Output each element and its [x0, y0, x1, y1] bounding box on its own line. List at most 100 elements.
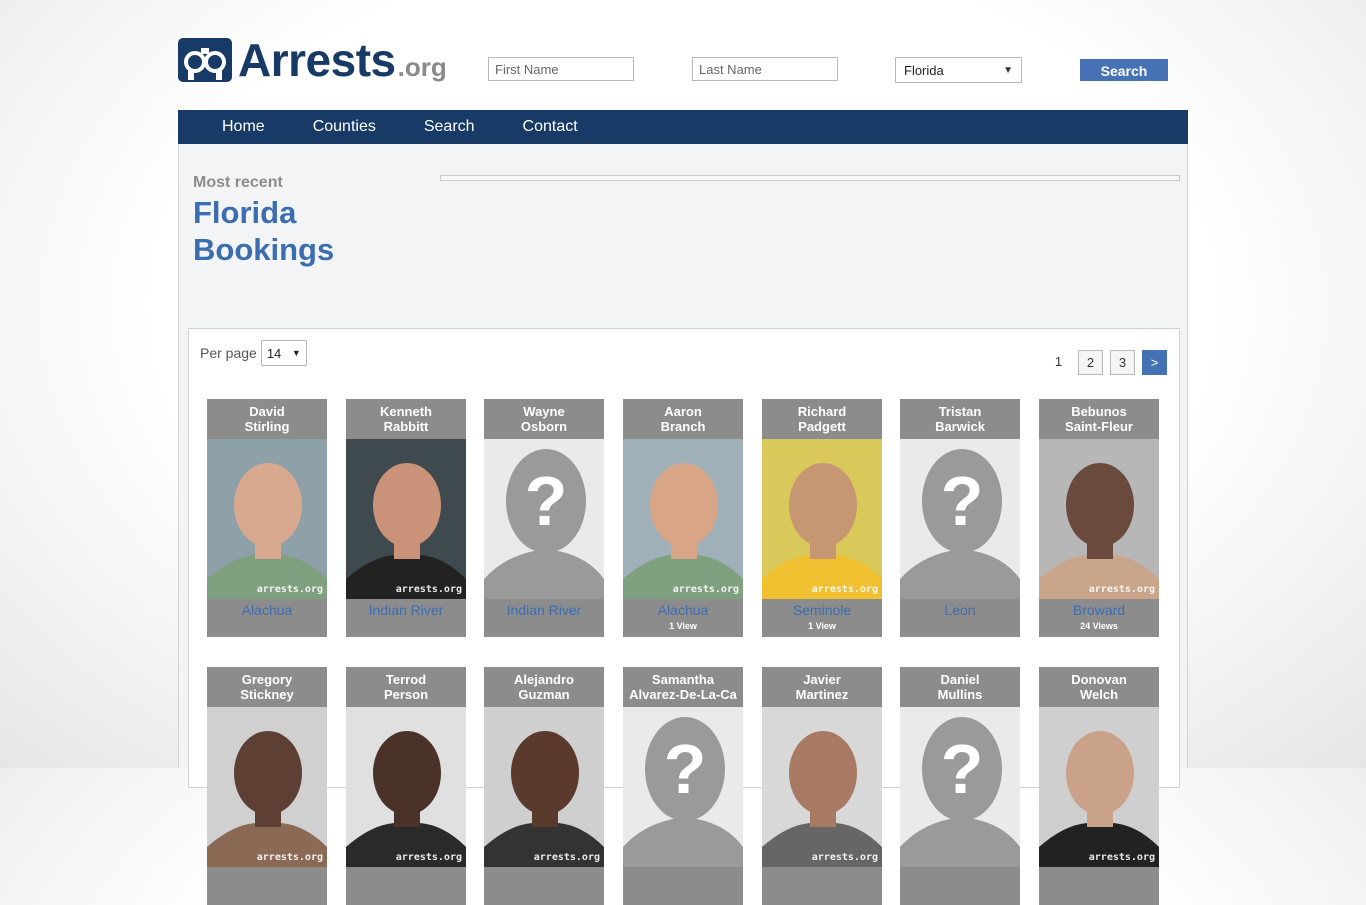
booking-last-name: Saint-Fleur: [1065, 419, 1133, 434]
booking-first-name: Javier: [803, 672, 841, 687]
booking-name[interactable]: Gregory Stickney: [207, 667, 327, 707]
booking-card[interactable]: Alejandro Guzman arrests.org: [484, 667, 604, 905]
person-icon: [346, 731, 466, 867]
next-page-button[interactable]: >: [1142, 350, 1167, 375]
booking-card[interactable]: Aaron Branch arrests.org Alachua 1 View: [623, 399, 743, 637]
site-logo[interactable]: Arrests .org: [178, 34, 447, 83]
booking-name[interactable]: Bebunos Saint-Fleur: [1039, 399, 1159, 439]
booking-card[interactable]: Kenneth Rabbitt arrests.org Indian River: [346, 399, 466, 637]
booking-card[interactable]: Javier Martinez arrests.org: [762, 667, 882, 905]
booking-last-name: Padgett: [798, 419, 846, 434]
page-link-2[interactable]: 2: [1078, 350, 1103, 375]
nav-counties[interactable]: Counties: [289, 110, 400, 144]
booking-name[interactable]: Terrod Person: [346, 667, 466, 707]
booking-name[interactable]: Aaron Branch: [623, 399, 743, 439]
svg-text:?: ?: [664, 730, 707, 808]
booking-card[interactable]: Daniel Mullins?: [900, 667, 1020, 905]
person-icon: [207, 463, 327, 599]
booking-county-link[interactable]: Indian River: [346, 602, 466, 618]
booking-county-link[interactable]: Broward: [1039, 602, 1159, 618]
booking-county-link[interactable]: Alachua: [623, 602, 743, 618]
mugshot-photo[interactable]: ?: [623, 707, 743, 867]
svg-text:?: ?: [941, 462, 984, 540]
mugshot-photo[interactable]: arrests.org: [346, 439, 466, 599]
page-title-line2: Bookings: [193, 232, 335, 267]
booking-first-name: Richard: [797, 404, 847, 419]
booking-name[interactable]: Donovan Welch: [1039, 667, 1159, 707]
svg-text:?: ?: [525, 462, 568, 540]
booking-first-name: Tristan: [938, 404, 982, 419]
per-page-control: Per page 14 ▼: [200, 340, 307, 366]
booking-last-name: Person: [383, 687, 429, 702]
person-icon: [346, 463, 466, 599]
mugshot-photo[interactable]: arrests.org: [207, 707, 327, 867]
booking-card[interactable]: Tristan Barwick? Leon: [900, 399, 1020, 637]
person-icon: [207, 731, 327, 867]
watermark: arrests.org: [256, 584, 323, 595]
state-select-value: Florida: [904, 62, 944, 78]
mugshot-photo[interactable]: arrests.org: [762, 439, 882, 599]
booking-last-name: Stirling: [244, 419, 290, 434]
booking-name[interactable]: David Stirling: [207, 399, 327, 439]
booking-name[interactable]: Kenneth Rabbitt: [346, 399, 466, 439]
nav-contact[interactable]: Contact: [499, 110, 602, 144]
booking-name[interactable]: Daniel Mullins: [900, 667, 1020, 707]
booking-name[interactable]: Tristan Barwick: [900, 399, 1020, 439]
watermark: arrests.org: [811, 852, 878, 863]
page-link-3[interactable]: 3: [1110, 350, 1135, 375]
mugshot-photo[interactable]: arrests.org: [346, 707, 466, 867]
person-icon: [484, 731, 604, 867]
booking-card[interactable]: Terrod Person arrests.org: [346, 667, 466, 905]
pagination: 1 2 3 >: [1046, 350, 1167, 375]
booking-last-name: Branch: [660, 419, 706, 434]
section-kicker: Most recent: [193, 174, 283, 191]
booking-name[interactable]: Samantha Alvarez-De-La-Ca: [623, 667, 743, 707]
booking-name[interactable]: Javier Martinez: [762, 667, 882, 707]
booking-card[interactable]: Wayne Osborn? Indian River: [484, 399, 604, 637]
nav-search[interactable]: Search: [400, 110, 499, 144]
mugshot-photo[interactable]: ?: [900, 707, 1020, 867]
booking-county-link[interactable]: Indian River: [484, 602, 604, 618]
booking-card[interactable]: Donovan Welch arrests.org: [1039, 667, 1159, 905]
mugshot-photo[interactable]: ?: [484, 439, 604, 599]
nav-home[interactable]: Home: [178, 110, 289, 144]
booking-card[interactable]: Bebunos Saint-Fleur arrests.org Broward 24 V…: [1039, 399, 1159, 637]
booking-first-name: Terrod: [385, 672, 427, 687]
watermark: arrests.org: [1088, 584, 1155, 595]
booking-card[interactable]: David Stirling arrests.org Alachua: [207, 399, 327, 637]
watermark: arrests.org: [395, 852, 462, 863]
watermark: arrests.org: [395, 584, 462, 595]
booking-first-name: Gregory: [241, 672, 293, 687]
page-current: 1: [1054, 354, 1063, 369]
last-name-input[interactable]: [692, 57, 838, 81]
booking-name[interactable]: Wayne Osborn: [484, 399, 604, 439]
per-page-select[interactable]: 14 ▼: [260, 340, 307, 366]
person-icon: [1039, 463, 1159, 599]
per-page-value: 14: [266, 345, 282, 361]
booking-card[interactable]: Richard Padgett arrests.org Seminole 1 View: [762, 399, 882, 637]
svg-text:?: ?: [941, 730, 984, 808]
handcuffs-icon: [178, 38, 232, 82]
mugshot-photo[interactable]: arrests.org: [1039, 707, 1159, 867]
booking-card[interactable]: Gregory Stickney arrests.org: [207, 667, 327, 905]
chevron-down-icon: ▼: [291, 348, 301, 358]
main-nav: Home Counties Search Contact: [178, 110, 1188, 144]
booking-name[interactable]: Richard Padgett: [762, 399, 882, 439]
mugshot-photo[interactable]: arrests.org: [1039, 439, 1159, 599]
mugshot-photo[interactable]: arrests.org: [484, 707, 604, 867]
booking-county-link[interactable]: Alachua: [207, 602, 327, 618]
mugshot-photo[interactable]: arrests.org: [762, 707, 882, 867]
first-name-input[interactable]: [488, 57, 634, 81]
booking-name[interactable]: Alejandro Guzman: [484, 667, 604, 707]
booking-card[interactable]: Samantha Alvarez-De-La-Ca?: [623, 667, 743, 905]
booking-first-name: David: [249, 404, 285, 419]
booking-last-name: Osborn: [520, 419, 568, 434]
booking-last-name: Welch: [1079, 687, 1119, 702]
booking-county-link[interactable]: Leon: [900, 602, 1020, 618]
search-button[interactable]: Search: [1080, 59, 1168, 81]
state-select[interactable]: Florida ▼: [895, 57, 1022, 83]
mugshot-photo[interactable]: arrests.org: [207, 439, 327, 599]
mugshot-photo[interactable]: ?: [900, 439, 1020, 599]
mugshot-photo[interactable]: arrests.org: [623, 439, 743, 599]
booking-county-link[interactable]: Seminole: [762, 602, 882, 618]
